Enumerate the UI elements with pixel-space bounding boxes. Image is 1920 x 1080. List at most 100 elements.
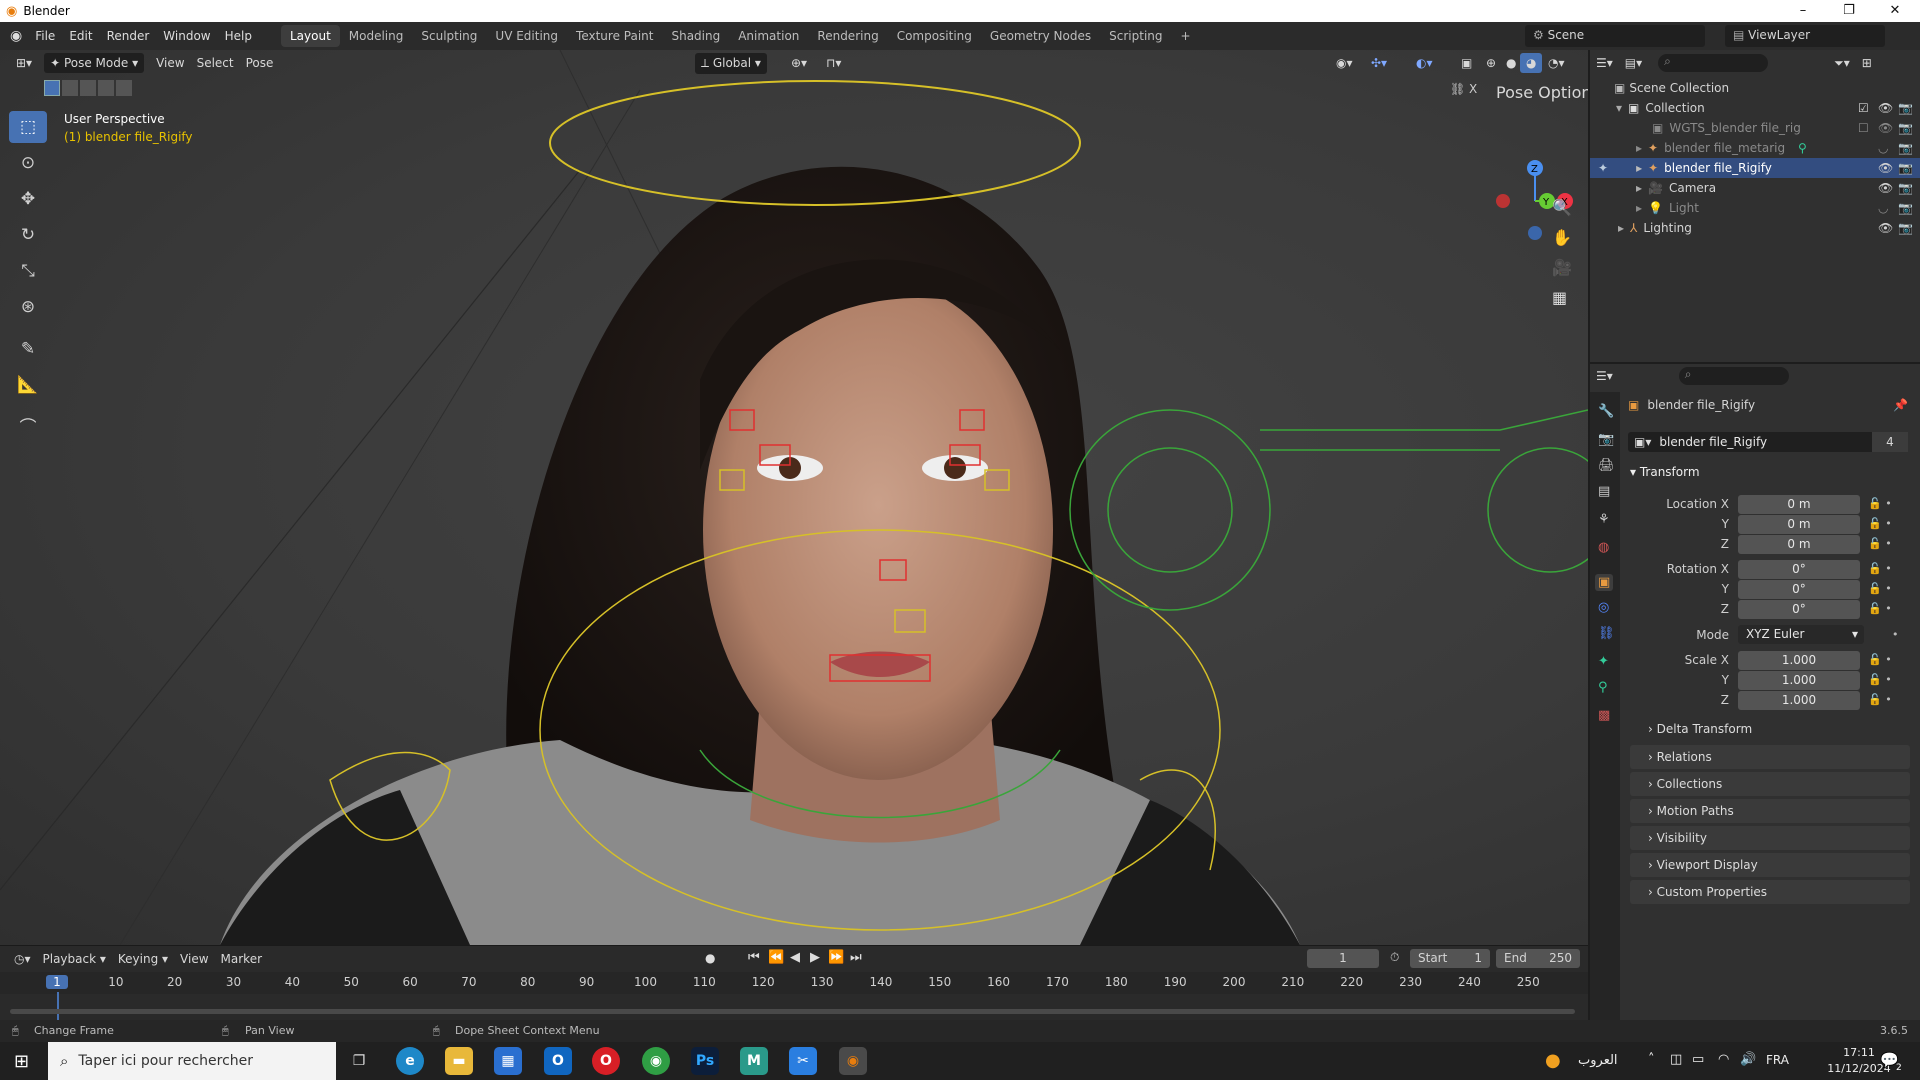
checkbox-icon[interactable]: ☑ xyxy=(1858,101,1869,115)
outliner-editor-type[interactable]: ☰▾ xyxy=(1590,53,1619,73)
rotation-y-field[interactable]: 0° xyxy=(1738,580,1860,599)
scale-z-field[interactable]: 1.000 xyxy=(1738,691,1860,710)
play-button[interactable]: ▶ xyxy=(810,950,820,965)
render-tab-icon[interactable]: 📷 xyxy=(1598,432,1614,447)
timeline[interactable]: ◷▾ Playback ▾ Keying ▾ View Marker ● ⏮ ⏪… xyxy=(0,945,1588,1022)
play-reverse-button[interactable]: ◀ xyxy=(790,950,800,965)
record-button[interactable]: ● xyxy=(705,951,715,965)
orientation-selector[interactable]: ⟂ Global ▾ xyxy=(695,52,767,74)
select-invert-icon[interactable] xyxy=(98,80,114,96)
transform-panel-header[interactable]: ▾ Transform xyxy=(1630,465,1700,479)
scale-lock-icon[interactable]: 🔓 • xyxy=(1868,693,1892,706)
tab-layout[interactable]: Layout xyxy=(280,25,340,47)
users-count[interactable]: 4 xyxy=(1872,432,1908,452)
scale-x-field[interactable]: 1.000 xyxy=(1738,651,1860,670)
constraints-tab-icon[interactable]: ⛓ xyxy=(1598,626,1615,641)
select-new-icon[interactable] xyxy=(44,80,60,96)
3d-viewport[interactable]: ⊞▾ ✦ Pose Mode ▾ View Select Pose ⟂ Glob… xyxy=(0,50,1588,945)
camera-render-icon[interactable]: 📷 xyxy=(1898,221,1913,235)
cursor-tool[interactable]: ⊙ xyxy=(9,147,47,179)
language-indicator[interactable]: FRA xyxy=(1766,1053,1789,1067)
bone-tab-icon[interactable]: ⚲ xyxy=(1598,680,1608,695)
pin-icon[interactable]: 📌 xyxy=(1893,398,1908,412)
tab-modeling[interactable]: Modeling xyxy=(340,25,413,47)
photoshop-icon[interactable]: Ps xyxy=(691,1047,719,1075)
tab-uv-editing[interactable]: UV Editing xyxy=(486,25,567,47)
location-y-field[interactable]: 0 m xyxy=(1738,515,1860,534)
menu-marker[interactable]: Marker xyxy=(215,949,268,969)
rotation-mode-dropdown[interactable]: XYZ Euler ▾ xyxy=(1738,625,1864,644)
eye-icon[interactable]: 👁 xyxy=(1878,101,1893,115)
location-z-field[interactable]: 0 m xyxy=(1738,535,1860,554)
volume-icon[interactable]: 🔊 xyxy=(1740,1052,1756,1067)
location-lock-icon[interactable]: 🔓 • xyxy=(1868,517,1892,530)
output-tab-icon[interactable]: 🖨 xyxy=(1598,458,1615,473)
expand-arrow-icon[interactable]: ▸ xyxy=(1636,181,1642,195)
menu-help[interactable]: Help xyxy=(218,29,259,43)
checkbox-icon[interactable]: ☐ xyxy=(1858,121,1869,135)
properties-editor-type[interactable]: ☰▾ xyxy=(1590,366,1619,386)
chrome-browser-icon[interactable]: ◉ xyxy=(642,1047,670,1075)
outliner-row-light[interactable]: ▸ 💡 Light ◡ 📷 xyxy=(1590,198,1920,218)
outliner-row-lighting[interactable]: ▸ ⅄ Lighting 👁 📷 xyxy=(1590,218,1920,238)
tab-sculpting[interactable]: Sculpting xyxy=(412,25,486,47)
measure-tool[interactable]: 📐 xyxy=(9,369,47,401)
maximize-button[interactable]: ❐ xyxy=(1826,0,1872,22)
menu-timeline-view[interactable]: View xyxy=(174,949,214,969)
timeline-scrollbar[interactable] xyxy=(10,1009,1575,1014)
menu-keying[interactable]: Keying ▾ xyxy=(112,949,174,969)
close-button[interactable]: ✕ xyxy=(1872,0,1918,22)
outliner-row-collection[interactable]: ▾ ▣ Collection ☑ 👁 📷 xyxy=(1590,98,1920,118)
select-intersect-icon[interactable] xyxy=(116,80,132,96)
world-tab-icon[interactable]: ◍ xyxy=(1598,540,1609,555)
pivot-button[interactable]: ⊕▾ xyxy=(785,53,813,73)
outliner-row-rigify[interactable]: ✦ ▸ ✦ blender file_Rigify 👁 📷 xyxy=(1590,158,1920,178)
scene-tab-icon[interactable]: ⚘ xyxy=(1598,512,1610,527)
task-view-icon[interactable]: ❐ xyxy=(345,1047,373,1075)
overlay-toggle[interactable]: ◐▾ xyxy=(1410,53,1439,73)
current-frame-marker[interactable]: 1 xyxy=(46,975,68,989)
rotation-lock-icon[interactable]: 🔓 • xyxy=(1868,562,1892,575)
tab-shading[interactable]: Shading xyxy=(662,25,729,47)
expand-arrow-icon[interactable]: ▾ xyxy=(1616,101,1622,115)
xray-toggle[interactable]: ▣ xyxy=(1455,53,1478,73)
editor-type-button[interactable]: ⊞▾ xyxy=(10,53,38,73)
camera-view-icon[interactable]: 🎥 xyxy=(1552,258,1572,277)
camera-render-icon[interactable]: 📷 xyxy=(1898,101,1913,115)
gizmo-neg-x[interactable] xyxy=(1496,194,1510,208)
eye-icon[interactable]: 👁 xyxy=(1878,221,1893,235)
outliner-row-scene-collection[interactable]: ▣ Scene Collection xyxy=(1590,78,1920,98)
zoom-icon[interactable]: 🔍 xyxy=(1552,198,1572,217)
file-explorer-icon[interactable]: ▬ xyxy=(445,1047,473,1075)
move-tool[interactable]: ✥ xyxy=(9,183,47,215)
frame-ruler[interactable]: 1 10 20 30 40 50 60 70 80 90 100 110 120 130 140 150 160… xyxy=(0,972,1588,1022)
malwarebytes-icon[interactable]: M xyxy=(740,1047,768,1075)
tool-tab-icon[interactable]: 🔧 xyxy=(1598,404,1614,419)
eye-hidden-icon[interactable]: ◡ xyxy=(1878,201,1888,215)
preview-range-icon[interactable]: ⏱ xyxy=(1390,950,1399,965)
select-box-tool[interactable]: ⬚ xyxy=(9,111,47,143)
shading-wireframe[interactable]: ⊕ xyxy=(1480,53,1502,73)
tab-scripting[interactable]: Scripting xyxy=(1100,25,1171,47)
menu-playback[interactable]: Playback ▾ xyxy=(37,949,112,969)
end-frame-field[interactable]: End 250 xyxy=(1496,949,1580,968)
camera-render-icon[interactable]: 📷 xyxy=(1898,181,1913,195)
outliner-row-camera[interactable]: ▸ 🎥 Camera 👁 📷 xyxy=(1590,178,1920,198)
blender-menu-icon[interactable]: ◉ xyxy=(10,28,22,44)
viewport-display-panel[interactable]: › Viewport Display xyxy=(1630,853,1910,877)
minimize-button[interactable]: – xyxy=(1780,0,1826,22)
opera-browser-icon[interactable]: O xyxy=(592,1047,620,1075)
pan-hand-icon[interactable]: ✋ xyxy=(1552,228,1572,247)
eye-icon[interactable]: 👁 xyxy=(1878,161,1893,175)
scale-lock-icon[interactable]: 🔓 • xyxy=(1868,673,1892,686)
expand-arrow-icon[interactable]: ▸ xyxy=(1636,201,1642,215)
visibility-button[interactable]: ◉▾ xyxy=(1330,53,1359,73)
current-frame-field[interactable]: 1 xyxy=(1307,949,1379,968)
mode-selector[interactable]: ✦ Pose Mode ▾ xyxy=(44,53,145,73)
edge-browser-icon[interactable]: e xyxy=(396,1047,424,1075)
windows-start-icon[interactable]: ⊞ xyxy=(14,1051,29,1072)
new-collection-icon[interactable]: ⊞ xyxy=(1856,53,1878,73)
expand-arrow-icon[interactable]: ▸ xyxy=(1636,161,1642,175)
auto-normalize-icon[interactable]: ⛓ X xyxy=(1450,82,1477,96)
gizmo-toggle[interactable]: ✣▾ xyxy=(1365,53,1393,73)
